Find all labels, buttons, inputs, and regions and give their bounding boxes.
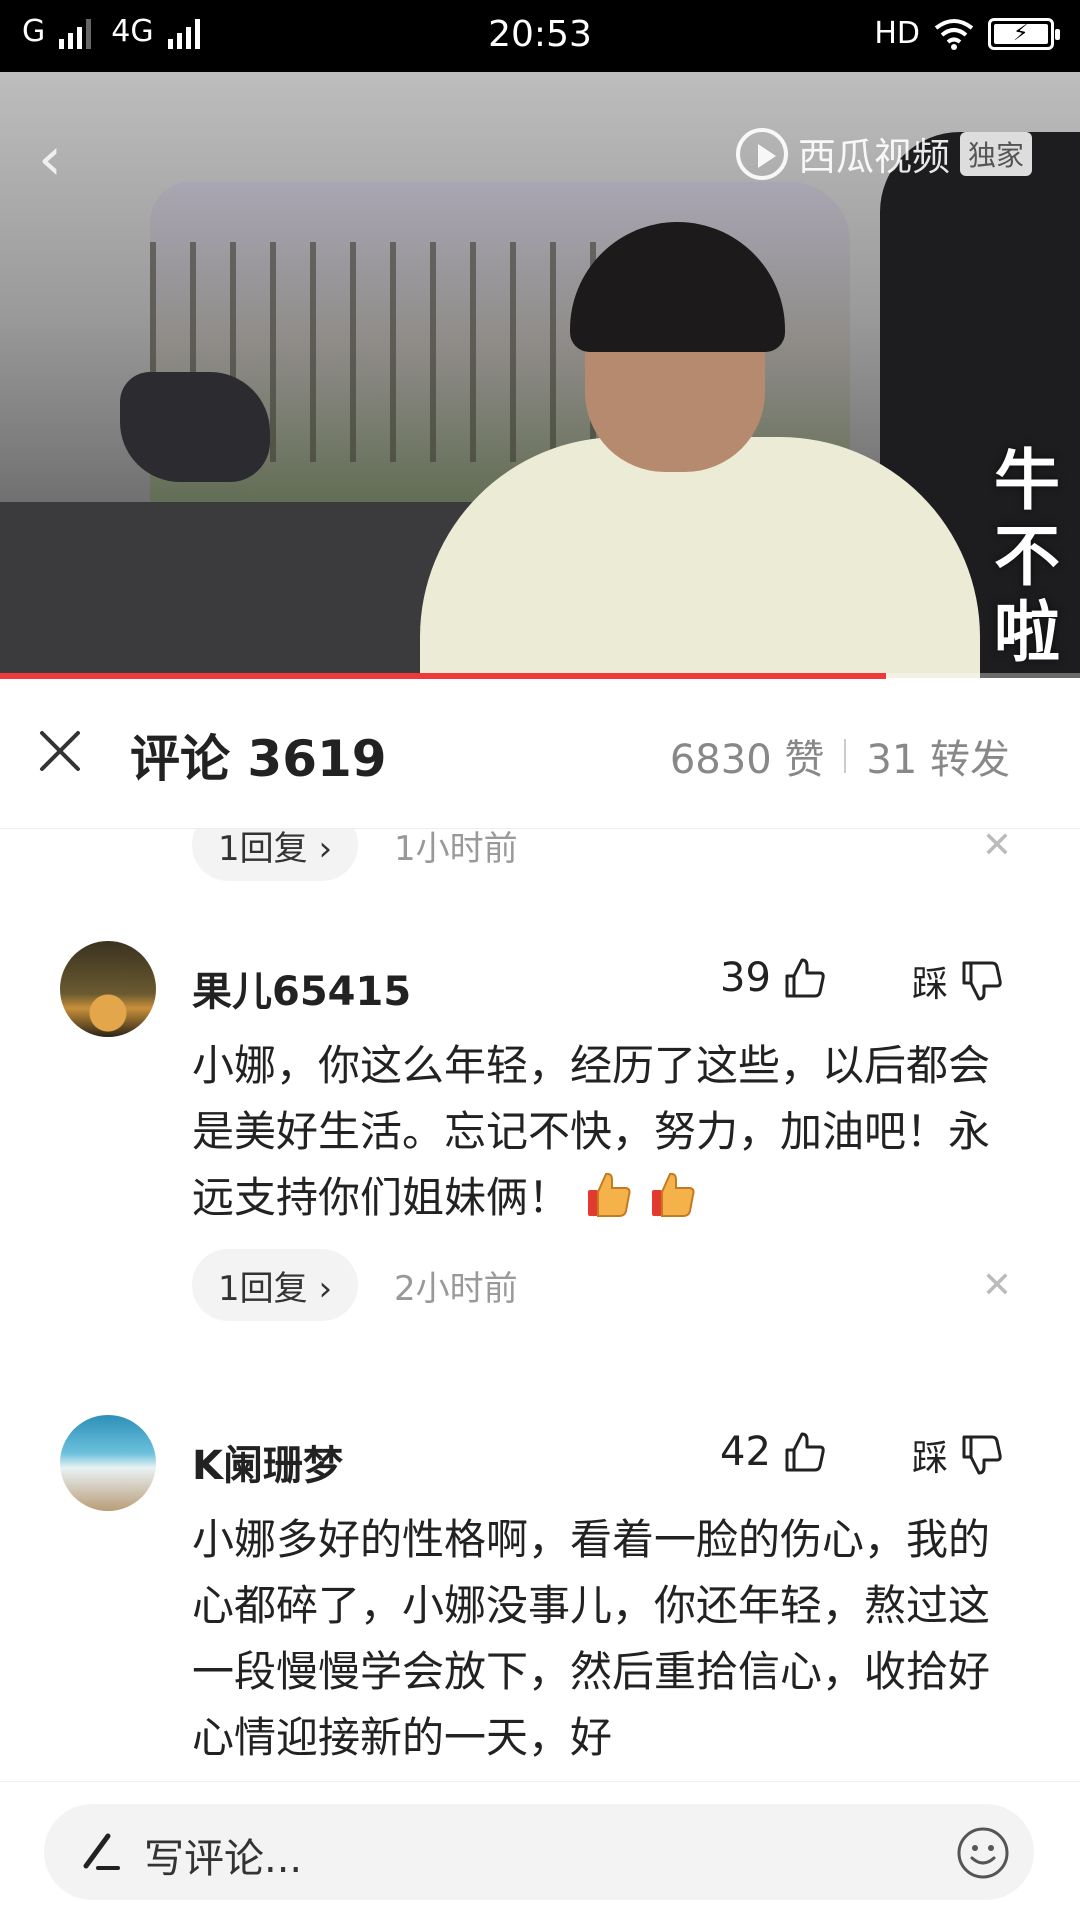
- close-icon[interactable]: [36, 727, 84, 775]
- comment-footer: 1回复 › 2小时前 ✕: [192, 1249, 1012, 1321]
- dismiss-icon[interactable]: ✕: [982, 1265, 1012, 1306]
- back-chevron-icon[interactable]: ‹: [38, 124, 62, 194]
- like-button[interactable]: 42: [720, 1429, 827, 1475]
- battery-icon: ⚡: [988, 17, 1060, 50]
- thumbs-up-icon: [785, 1432, 825, 1472]
- thumbs-up-icon: [785, 958, 825, 998]
- video-subject: [420, 222, 980, 678]
- thumbs-up-emoji-icon: [652, 1172, 695, 1217]
- dislike-label: 踩: [912, 964, 949, 1005]
- like-count: 39: [720, 955, 771, 1001]
- stats-divider: [844, 739, 847, 773]
- dislike-button[interactable]: 踩: [912, 955, 1004, 1007]
- thumbs-up-emoji-icon: [588, 1172, 631, 1217]
- thumbs-down-icon: [962, 1435, 1002, 1475]
- likes-count[interactable]: 6830 赞: [670, 727, 825, 785]
- comment-input[interactable]: 写评论...: [44, 1804, 1034, 1900]
- status-bar: G 4G 20:53 HD ⚡: [0, 0, 1080, 72]
- hd-label: HD: [874, 16, 920, 51]
- comment-text: 小娜多好的性格啊，看着一脸的伤心，我的心都碎了，小娜没事儿，你还年轻，熬过这一段…: [192, 1515, 991, 1762]
- dislike-button[interactable]: 踩: [912, 1429, 1004, 1481]
- comment-input-placeholder: 写评论...: [144, 1836, 303, 1882]
- pen-icon: [83, 1833, 120, 1870]
- shares-count[interactable]: 31 转发: [866, 727, 1010, 785]
- comment-text: 小娜，你这么年轻，经历了这些，以后都会是美好生活。忘记不快，努力，加油吧！永远支…: [192, 1041, 991, 1222]
- thumbs-down-icon: [962, 961, 1002, 1001]
- avatar[interactable]: [60, 1415, 156, 1511]
- comment-username[interactable]: 果儿65415: [192, 959, 411, 1017]
- comment-composer-bar: 写评论...: [0, 1781, 1080, 1920]
- wifi-icon: [934, 18, 974, 50]
- video-watermark: 西瓜视频 独家: [735, 126, 1032, 181]
- comment-time: 2小时前: [394, 1268, 518, 1309]
- exclusive-badge: 独家: [959, 131, 1032, 176]
- comments-header: 评论 3619 6830 赞 31 转发: [0, 679, 1080, 829]
- emoji-icon[interactable]: [956, 1826, 1010, 1880]
- comment-list[interactable]: 1回复 › 1小时前 ✕ 果儿65415 39 踩 小娜，你这么年轻，经历了这些…: [0, 829, 1080, 1781]
- comments-title: 评论 3619: [130, 730, 387, 788]
- comments-stats: 6830 赞 31 转发: [670, 727, 1010, 785]
- dislike-label: 踩: [912, 1438, 949, 1479]
- previous-comment-footer: 1回复 › 1小时前 ✕: [192, 829, 1012, 881]
- video-caption: 牛不啦: [994, 441, 1060, 671]
- like-count: 42: [720, 1429, 771, 1475]
- play-logo-icon: [735, 127, 788, 180]
- watermark-text: 西瓜视频: [797, 135, 950, 179]
- dismiss-icon[interactable]: ✕: [982, 829, 1012, 866]
- like-button[interactable]: 39: [720, 955, 827, 1001]
- view-replies-button[interactable]: 1回复 ›: [192, 829, 359, 881]
- comment-time: 1小时前: [394, 829, 518, 869]
- video-player[interactable]: ‹ 西瓜视频 独家 牛不啦: [0, 72, 1080, 678]
- view-replies-button[interactable]: 1回复 ›: [192, 1249, 359, 1321]
- avatar[interactable]: [60, 941, 156, 1037]
- comment-username[interactable]: K阑珊梦: [192, 1433, 343, 1491]
